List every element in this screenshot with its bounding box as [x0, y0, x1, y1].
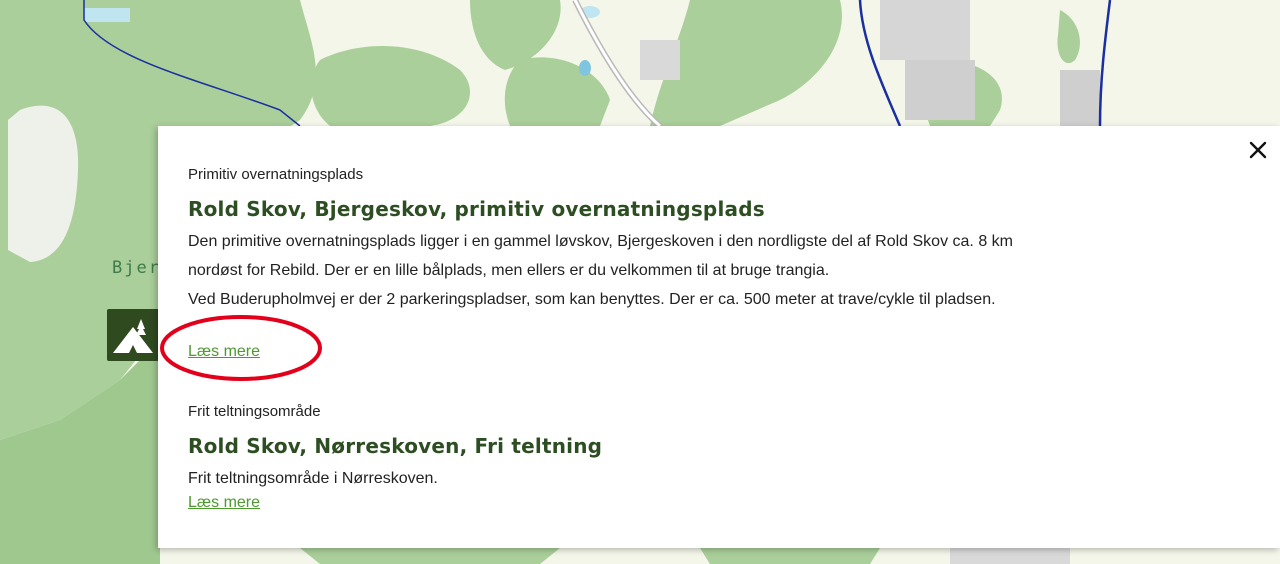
close-icon[interactable] — [1246, 138, 1270, 162]
description-line: nordøst for Rebild. Der er en lille bålp… — [188, 262, 830, 279]
entry-category: Primitiv overnatningsplads — [188, 166, 364, 183]
tent-icon[interactable] — [107, 309, 159, 361]
entry-title: Rold Skov, Nørreskoven, Fri teltning — [188, 434, 603, 458]
entry-category: Frit teltningsområde — [188, 403, 321, 420]
read-more-link[interactable]: Læs mere — [188, 494, 260, 512]
read-more-link[interactable]: Læs mere — [188, 343, 260, 361]
entry-description: Frit teltningsområde i Nørreskoven. — [188, 464, 438, 493]
description-line: Ved Buderupholmvej er der 2 parkeringspl… — [188, 291, 996, 308]
description-line: Den primitive overnatningsplads ligger i… — [188, 233, 1013, 250]
entry-description: Den primitive overnatningsplads ligger i… — [188, 227, 1248, 314]
info-popup: Primitiv overnatningsplads Rold Skov, Bj… — [158, 126, 1280, 548]
description-line: Frit teltningsområde i Nørreskoven. — [188, 470, 438, 487]
map-place-label: Bjer — [112, 258, 161, 278]
entry-title: Rold Skov, Bjergeskov, primitiv overnatn… — [188, 197, 765, 221]
